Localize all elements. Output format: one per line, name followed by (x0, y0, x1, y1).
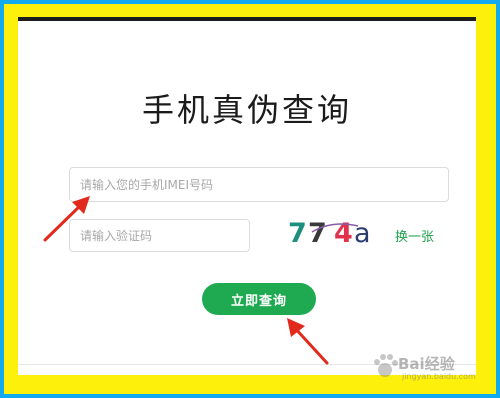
top-bar (18, 17, 476, 21)
page-title: 手机真伪查询 (141, 91, 352, 129)
baidu-jingyan-watermark: Bai经验 jingyan.baidu.com (372, 351, 482, 387)
watermark-url: jingyan.baidu.com (402, 372, 476, 381)
refresh-captcha-link[interactable]: 换一张 (395, 226, 434, 245)
arrow-annotation-icon (43, 196, 90, 242)
submit-query-button[interactable]: 立即查询 (202, 283, 316, 315)
captcha-image: 7 7 4 a (284, 218, 376, 254)
captcha-noise-line (311, 223, 359, 233)
paw-icon (374, 354, 398, 377)
arrow-annotation-icon (287, 318, 329, 365)
watermark-text: Bai经验 (398, 355, 455, 373)
imei-input[interactable] (69, 167, 449, 202)
verification-code-input[interactable] (69, 219, 250, 252)
